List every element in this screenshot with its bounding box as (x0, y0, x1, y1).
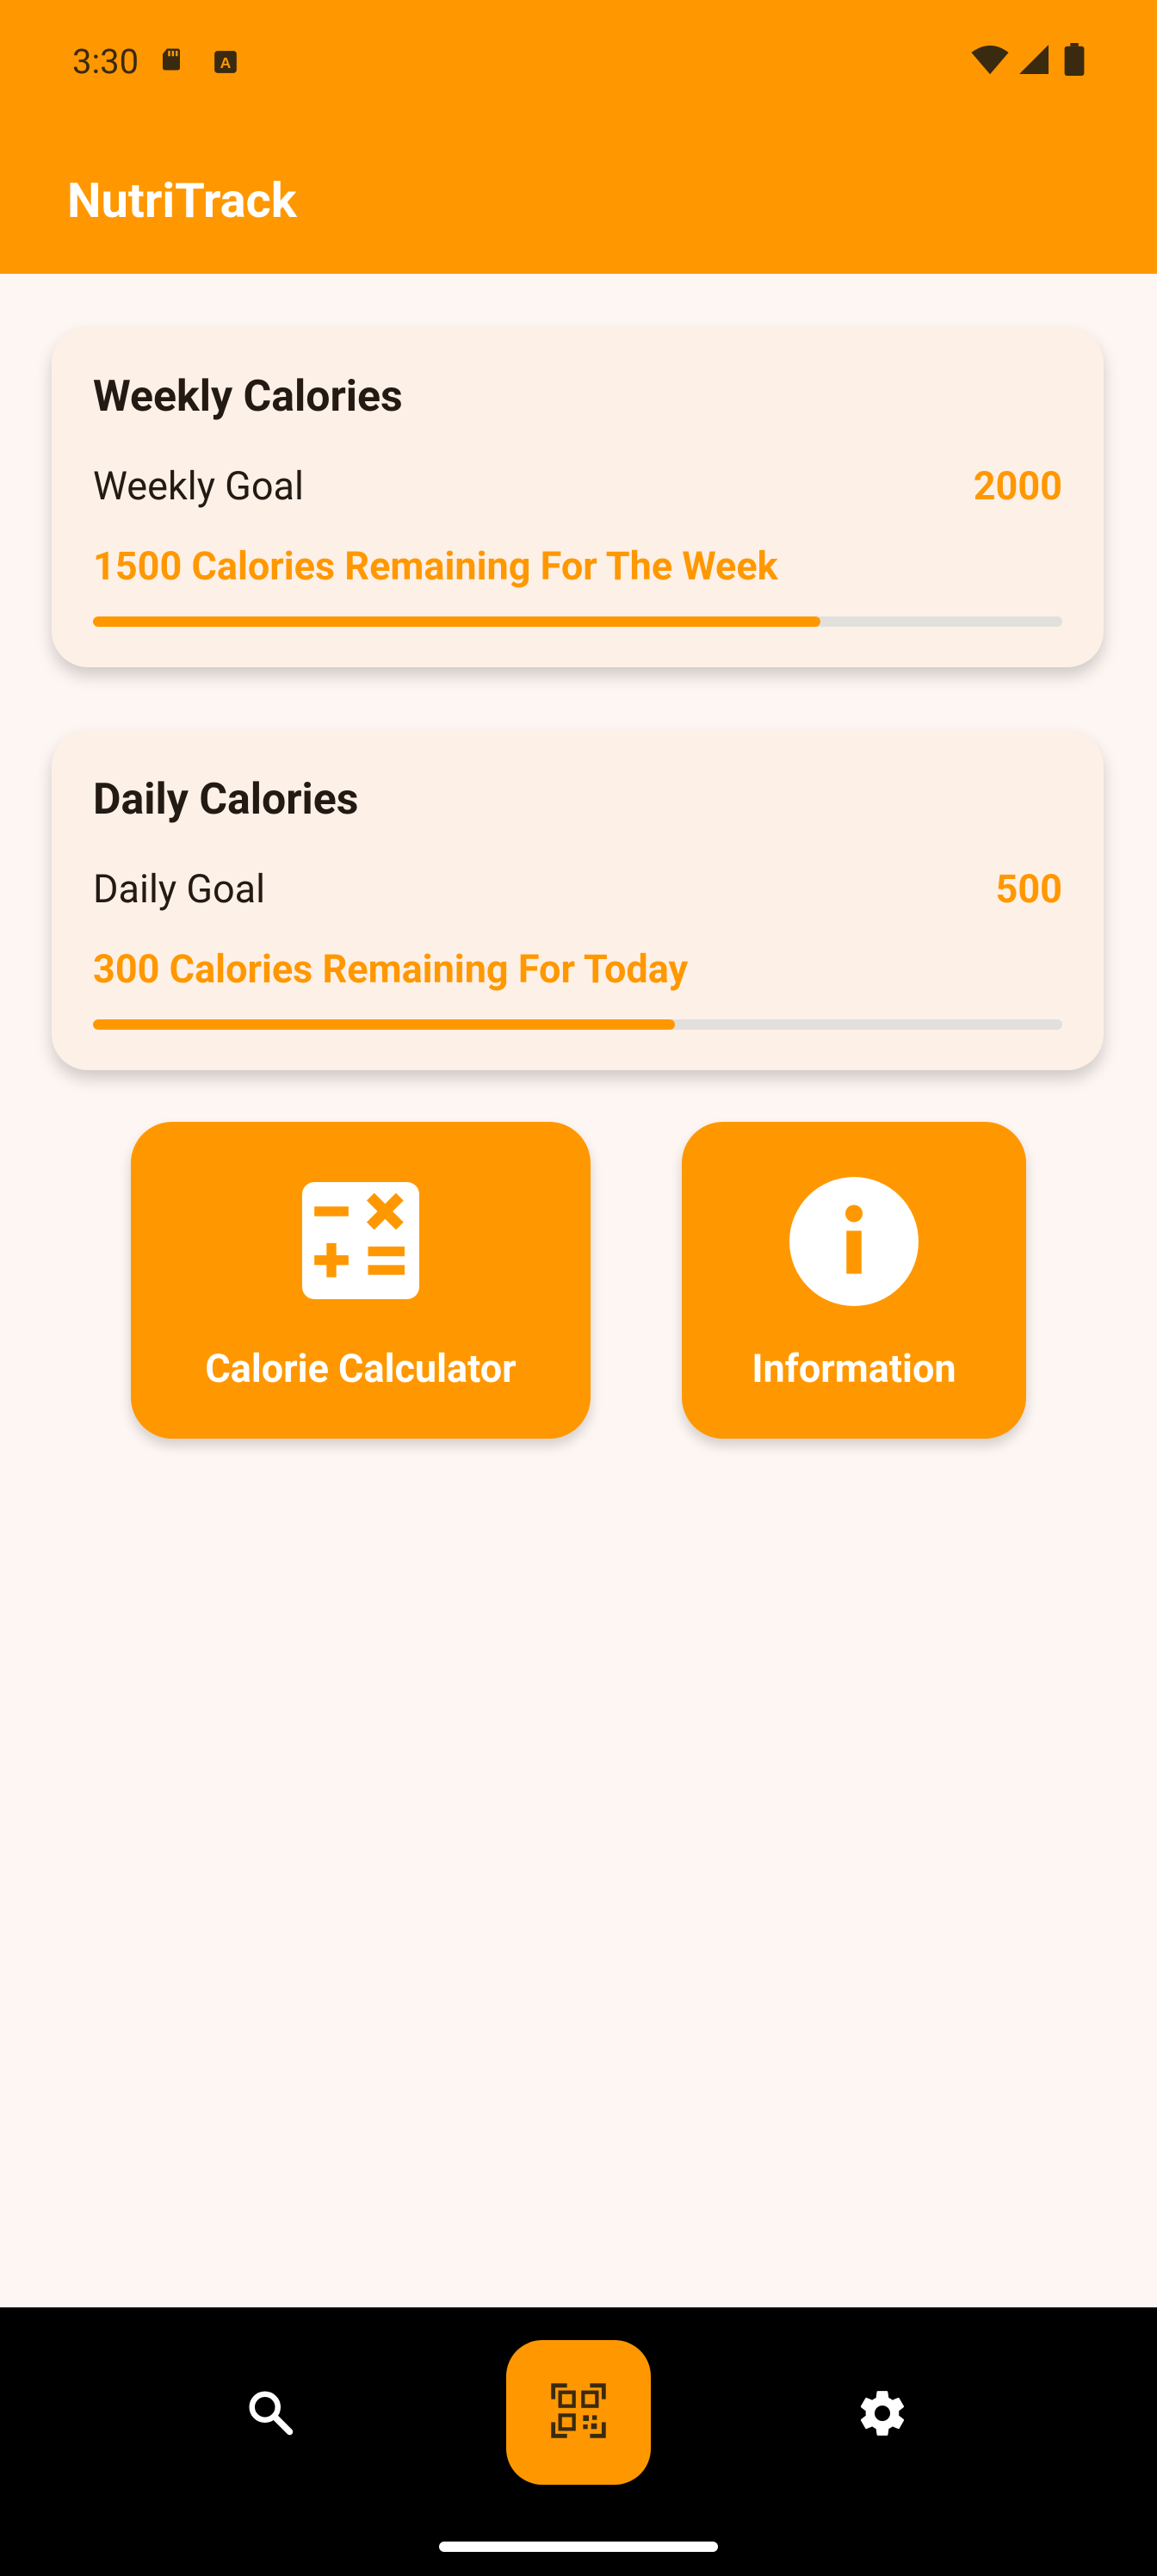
app-title: NutriTrack (67, 172, 297, 229)
svg-text:A: A (220, 54, 232, 71)
weekly-remaining-text: 1500 Calories Remaining For The Week (93, 543, 778, 589)
status-bar: 3:30 A (0, 0, 1157, 121)
search-icon[interactable] (244, 2387, 296, 2442)
info-icon (789, 1177, 919, 1310)
daily-remaining-text: 300 Calories Remaining For Today (93, 946, 689, 992)
daily-progress-bar (93, 1019, 1062, 1030)
calorie-calculator-button[interactable]: Calorie Calculator (131, 1122, 591, 1439)
daily-progress-fill (93, 1019, 675, 1030)
bottom-navigation (0, 2307, 1157, 2576)
calculator-icon (302, 1182, 419, 1303)
qr-scan-button[interactable] (506, 2340, 651, 2485)
wifi-icon (971, 45, 1009, 79)
information-button[interactable]: Information (682, 1122, 1026, 1439)
information-label: Information (752, 1346, 956, 1391)
daily-calories-card: Daily Calories Daily Goal 500 300 Calori… (52, 730, 1104, 1070)
weekly-progress-bar (93, 616, 1062, 627)
keyboard-a-icon: A (213, 50, 238, 77)
battery-icon (1064, 43, 1085, 79)
weekly-goal-value: 2000 (973, 463, 1062, 509)
weekly-progress-fill (93, 616, 820, 627)
daily-goal-value: 500 (995, 866, 1062, 912)
calorie-calculator-label: Calorie Calculator (205, 1346, 517, 1391)
settings-icon[interactable] (856, 2387, 909, 2443)
daily-goal-label: Daily Goal (93, 866, 266, 912)
daily-card-title: Daily Calories (93, 775, 359, 825)
sd-card-icon (158, 46, 184, 76)
qr-scan-icon (551, 2383, 606, 2442)
status-time: 3:30 (72, 41, 139, 82)
signal-icon (1019, 45, 1049, 77)
app-bar: 3:30 A NutriTrack (0, 0, 1157, 274)
weekly-card-title: Weekly Calories (93, 372, 403, 422)
home-indicator[interactable] (439, 2542, 718, 2552)
weekly-goal-label: Weekly Goal (93, 463, 304, 509)
weekly-calories-card: Weekly Calories Weekly Goal 2000 1500 Ca… (52, 327, 1104, 667)
